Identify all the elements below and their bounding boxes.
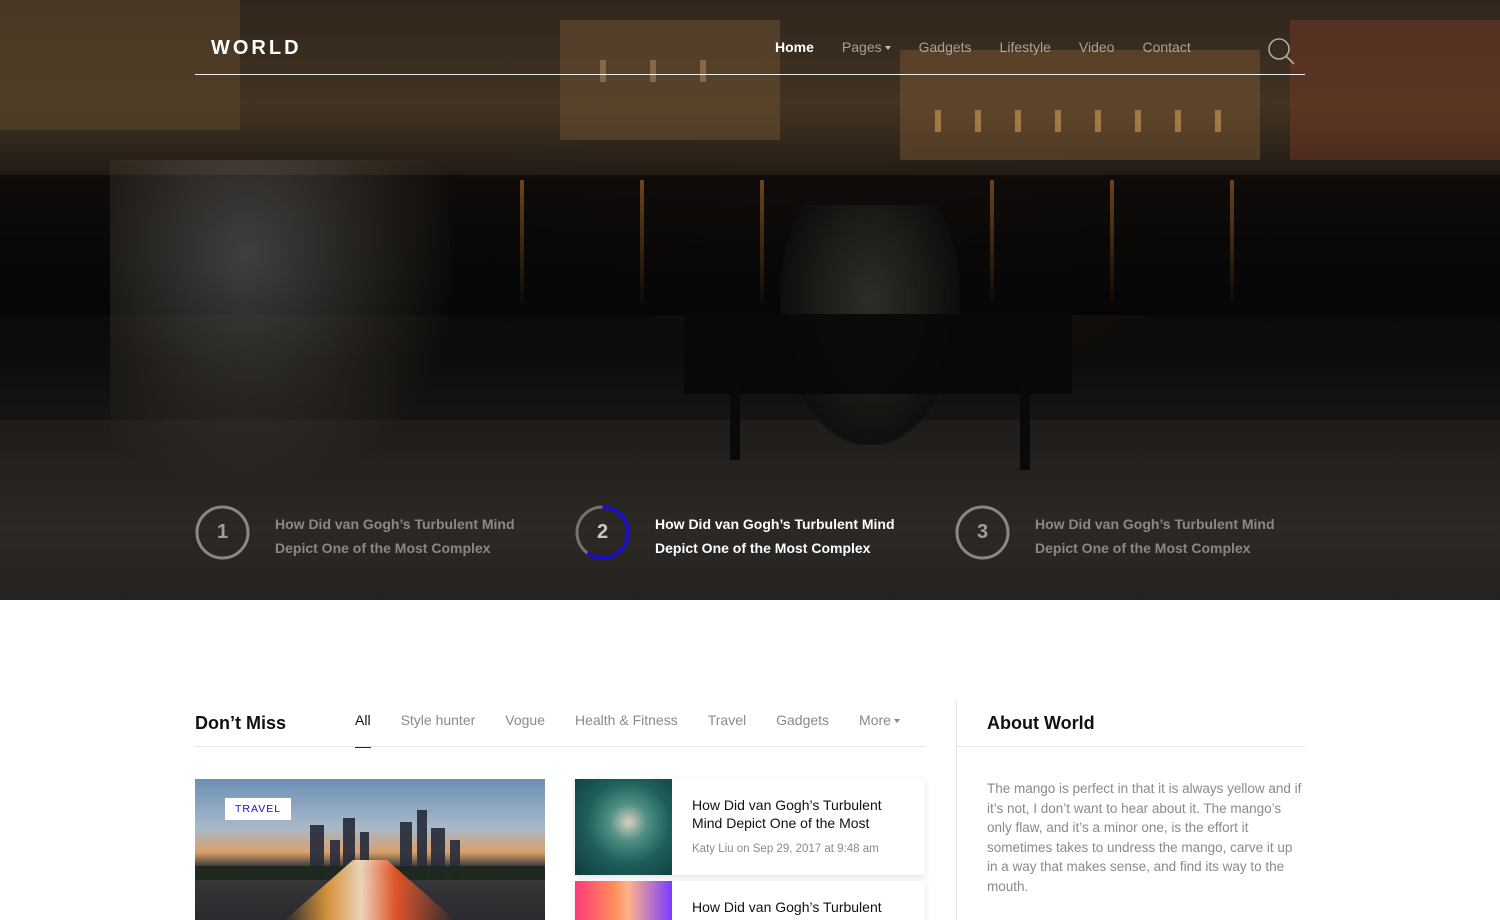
article-thumbnail[interactable]: [575, 881, 672, 920]
slider-indicators: 1 How Did van Gogh’s Turbulent Mind Depi…: [195, 505, 1305, 565]
slide-number: 1: [216, 521, 229, 543]
slide-title[interactable]: How Did van Gogh’s Turbulent Mind Depict…: [275, 512, 535, 560]
section-divider: [195, 746, 925, 747]
slide-indicator-1[interactable]: 1 How Did van Gogh’s Turbulent Mind Depi…: [195, 505, 535, 565]
article-meta: Katy Liu on Sep 29, 2017 at 9:48 am: [692, 843, 879, 855]
hero-slider: WORLD Home Pages Gadgets Lifestyle Video…: [0, 0, 1500, 600]
about-description: The mango is perfect in that it is alway…: [987, 781, 1302, 894]
article-card[interactable]: How Did van Gogh’s Turbulent Mind Depict…: [575, 779, 925, 875]
slide-number: 2: [596, 521, 609, 543]
site-logo[interactable]: WORLD: [211, 37, 302, 60]
top-navigation: WORLD Home Pages Gadgets Lifestyle Video…: [195, 0, 1305, 75]
tab-all[interactable]: All: [355, 712, 371, 748]
tab-travel[interactable]: Travel: [708, 712, 746, 728]
featured-article-card[interactable]: TRAVEL: [195, 779, 545, 920]
nav-item-pages[interactable]: Pages: [842, 39, 891, 55]
slide-indicator-3[interactable]: 3 How Did van Gogh’s Turbulent Mind Depi…: [955, 505, 1295, 565]
slide-number: 3: [976, 521, 989, 543]
article-card[interactable]: How Did van Gogh’s Turbulent Mind Depict…: [575, 881, 925, 920]
nav-item-contact[interactable]: Contact: [1142, 39, 1190, 55]
article-thumbnail[interactable]: [575, 779, 672, 875]
article-date: Sep 29, 2017 at 9:48 am: [752, 843, 879, 855]
article-title[interactable]: How Did van Gogh’s Turbulent Mind Depict…: [692, 796, 907, 832]
slide-title[interactable]: How Did van Gogh’s Turbulent Mind Depict…: [1035, 512, 1295, 560]
section-divider: [956, 746, 1305, 747]
category-tabs: All Style hunter Vogue Health & Fitness …: [355, 712, 930, 748]
slide-indicator-2[interactable]: 2 How Did van Gogh’s Turbulent Mind Depi…: [575, 505, 915, 565]
tab-style-hunter[interactable]: Style hunter: [401, 712, 476, 728]
nav-item-video[interactable]: Video: [1079, 39, 1115, 55]
article-meta-on: on: [736, 843, 750, 855]
sidebar-divider: [956, 700, 957, 920]
slide-title[interactable]: How Did van Gogh’s Turbulent Mind Depict…: [655, 512, 915, 560]
nav-item-pages-label: Pages: [841, 39, 882, 55]
chevron-down-icon: [893, 719, 900, 724]
main-menu: Home Pages Gadgets Lifestyle Video Conta…: [775, 39, 1219, 55]
tab-more-label: More: [859, 712, 891, 728]
nav-item-lifestyle[interactable]: Lifestyle: [1000, 39, 1051, 55]
tab-gadgets[interactable]: Gadgets: [776, 712, 829, 728]
nav-item-home[interactable]: Home: [775, 39, 814, 55]
tab-more[interactable]: More: [859, 712, 900, 728]
chevron-down-icon: [884, 46, 891, 51]
category-badge[interactable]: TRAVEL: [225, 798, 292, 820]
nav-item-gadgets[interactable]: Gadgets: [919, 39, 972, 55]
section-title-dont-miss: Don’t Miss: [195, 713, 287, 733]
section-title-about: About World: [987, 713, 1095, 733]
tab-vogue[interactable]: Vogue: [505, 712, 545, 728]
search-icon[interactable]: [1267, 37, 1295, 65]
tab-health-fitness[interactable]: Health & Fitness: [575, 712, 678, 728]
article-author[interactable]: Katy Liu: [692, 843, 734, 855]
article-title[interactable]: How Did van Gogh’s Turbulent Mind Depict…: [692, 898, 907, 920]
